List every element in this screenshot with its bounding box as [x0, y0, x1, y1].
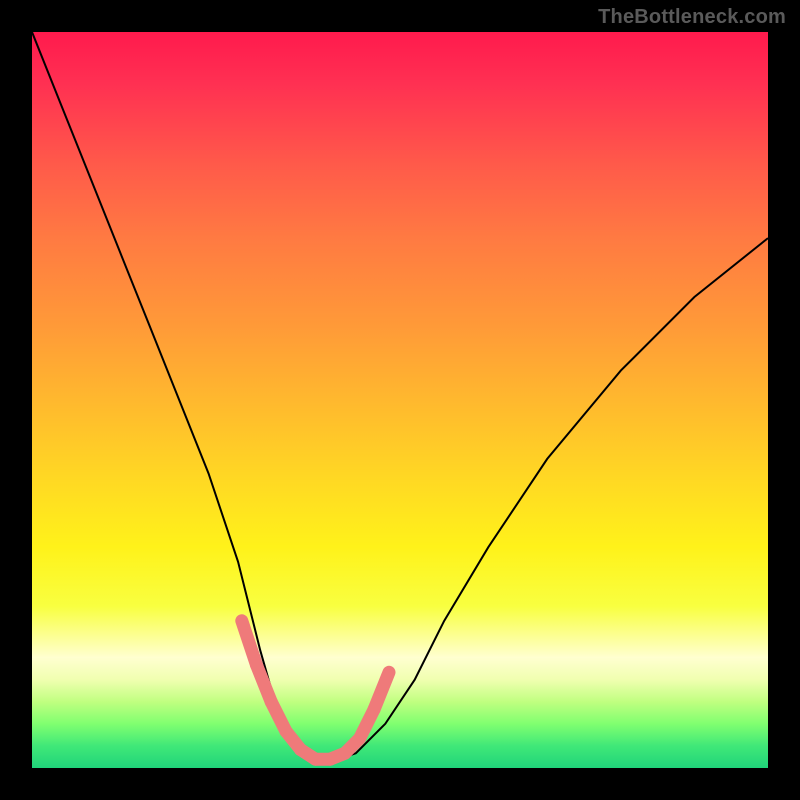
- chart-frame: TheBottleneck.com: [0, 0, 800, 800]
- marker-group: [242, 621, 389, 759]
- plot-area: [32, 32, 768, 768]
- watermark-text: TheBottleneck.com: [598, 6, 786, 29]
- curve-svg: [32, 32, 768, 768]
- marker-segment: [374, 672, 389, 709]
- bottleneck-curve: [32, 32, 768, 761]
